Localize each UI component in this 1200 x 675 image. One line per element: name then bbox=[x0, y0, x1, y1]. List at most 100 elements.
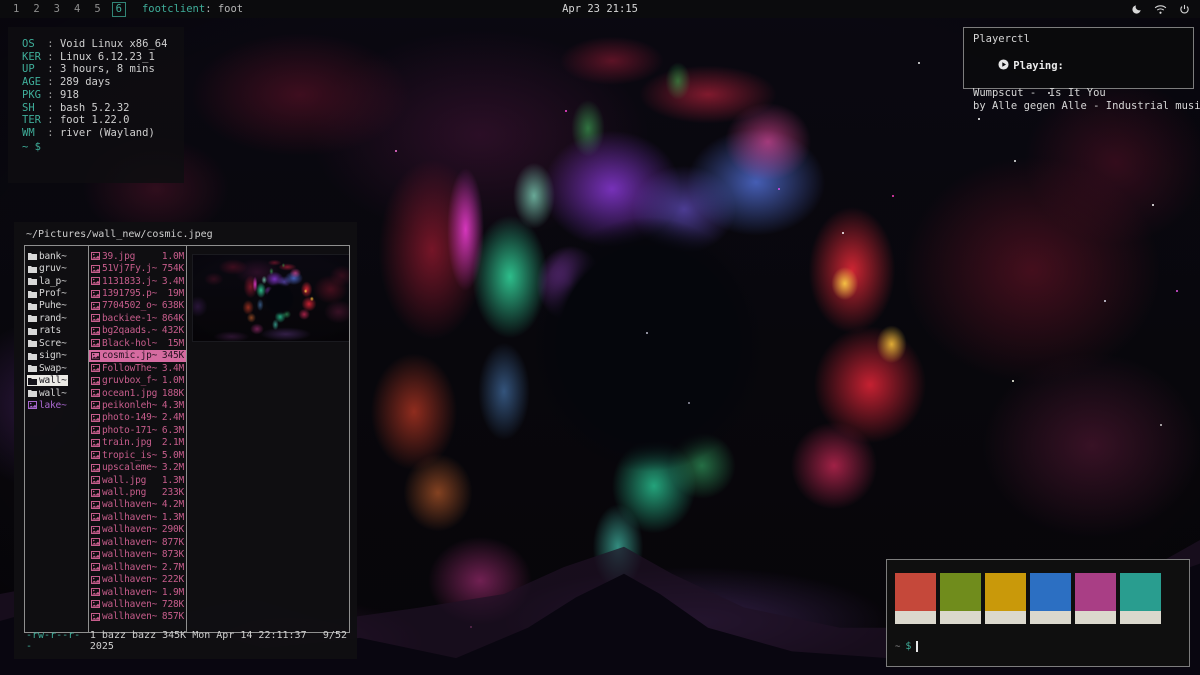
swatch-color bbox=[1075, 573, 1116, 611]
file-row[interactable]: wallhaven~290K bbox=[89, 524, 186, 536]
file-row[interactable]: wall.jpg1.3M bbox=[89, 474, 186, 486]
file-size: 877K bbox=[162, 537, 184, 548]
file-row[interactable]: backiee-1~864K bbox=[89, 312, 186, 324]
workspace-6[interactable]: 6 bbox=[112, 2, 126, 17]
fetch-terminal-window[interactable]: OS: Void Linux x86_64KER: Linux 6.12.23_… bbox=[8, 27, 184, 183]
directory-row[interactable]: Scre~ bbox=[25, 337, 88, 349]
file-name: 39.jpg bbox=[102, 251, 135, 262]
file-size: 2.4M bbox=[162, 412, 184, 423]
fetch-label: KER bbox=[22, 51, 47, 64]
workspace-4[interactable]: 4 bbox=[71, 3, 83, 16]
fetch-row: OS: Void Linux x86_64 bbox=[22, 38, 184, 51]
file-row[interactable]: wallhaven~1.9M bbox=[89, 586, 186, 598]
file-row[interactable]: bg2qaads.~432K bbox=[89, 325, 186, 337]
shell-prompt[interactable]: ~ $ bbox=[895, 641, 1189, 652]
file-row[interactable]: wallhaven~ 877K bbox=[89, 536, 186, 548]
file-row[interactable]: 1391795.p~19M bbox=[89, 287, 186, 299]
file-row[interactable]: wallhaven~1.3M bbox=[89, 511, 186, 523]
file-size: 754K bbox=[162, 263, 184, 274]
file-name: cosmic.jp~ bbox=[102, 350, 157, 361]
fetch-row: KER: Linux 6.12.23_1 bbox=[22, 51, 184, 64]
workspace-5[interactable]: 5 bbox=[91, 3, 103, 16]
file-name: FollowThe~ bbox=[102, 363, 157, 374]
current-file-path: ~/Pictures/wall_new/cosmic.jpeg bbox=[14, 222, 357, 240]
directory-entry: bank~ bbox=[27, 251, 68, 262]
file-row[interactable]: peikonleh~4.3M bbox=[89, 399, 186, 411]
fetch-value: Void Linux x86_64 bbox=[60, 38, 167, 50]
file-row[interactable]: train.jpg2.1M bbox=[89, 437, 186, 449]
file-row[interactable]: cosmic.jp~345K bbox=[89, 350, 186, 362]
file-row[interactable]: photo-171~6.3M bbox=[89, 424, 186, 436]
file-row[interactable]: 51Vj7Fy.j~754K bbox=[89, 262, 186, 274]
file-name: tropic_is~ bbox=[102, 450, 157, 461]
file-row[interactable]: 39.jpg1.0M bbox=[89, 250, 186, 262]
file-row[interactable]: 7704502_o~ 638K bbox=[89, 300, 186, 312]
file-row[interactable]: gruvbox_f~1.0M bbox=[89, 374, 186, 386]
file-name: 1131833.j~ bbox=[102, 276, 157, 287]
directory-row[interactable]: rand~ bbox=[25, 312, 88, 324]
fetch-value: bash 5.2.32 bbox=[60, 102, 130, 114]
file-name: train.jpg bbox=[102, 437, 152, 448]
file-name: wallhaven~ bbox=[102, 537, 157, 548]
playerctl-widget[interactable]: Playerctl Playing: Wumpscut - Is It You … bbox=[963, 27, 1194, 89]
workspace-1[interactable]: 1 bbox=[10, 3, 22, 16]
file-row[interactable]: wallhaven~728K bbox=[89, 598, 186, 610]
file-row[interactable]: wallhaven~2.7M bbox=[89, 561, 186, 573]
directory-row[interactable]: wall~ bbox=[25, 387, 88, 399]
file-status-info: 1 bazz bazz 345K Mon Apr 14 22:11:37 202… bbox=[90, 630, 323, 652]
file-row[interactable]: wallhaven~4.2M bbox=[89, 499, 186, 511]
fetch-colon: : bbox=[47, 89, 60, 101]
directory-row[interactable]: bank~ bbox=[25, 250, 88, 262]
fetch-row: WM: river (Wayland) bbox=[22, 127, 184, 140]
player-status-line: Playing: bbox=[973, 46, 1184, 87]
file-row[interactable]: wallhaven~873K bbox=[89, 549, 186, 561]
image-preview-thumbnail bbox=[192, 254, 349, 342]
file-manager-window[interactable]: ~/Pictures/wall_new/cosmic.jpeg bank~gru… bbox=[14, 222, 357, 659]
directory-entry: lake~ bbox=[27, 400, 68, 411]
workspace-3[interactable]: 3 bbox=[51, 3, 63, 16]
swatch-strip bbox=[895, 611, 936, 624]
directory-row[interactable]: rats bbox=[25, 325, 88, 337]
file-row[interactable]: wallhaven~857K bbox=[89, 611, 186, 623]
file-row[interactable]: wallhaven~222K bbox=[89, 573, 186, 585]
directory-name: la_p~ bbox=[39, 276, 67, 287]
file-list-position: 9/52 bbox=[323, 630, 347, 652]
file-name: 1391795.p~ bbox=[102, 288, 157, 299]
file-name: 7704502_o~ bbox=[102, 300, 157, 311]
file-size: 864K bbox=[162, 313, 184, 324]
directory-row[interactable]: lake~ bbox=[25, 399, 88, 411]
swatch-color bbox=[985, 573, 1026, 611]
fetch-colon: : bbox=[47, 102, 60, 114]
file-size: 3.4M bbox=[162, 363, 184, 374]
file-row[interactable]: upscaleme~3.2M bbox=[89, 461, 186, 473]
file-row[interactable]: Black-hol~15M bbox=[89, 337, 186, 349]
file-size: 638K bbox=[162, 300, 184, 311]
directory-row[interactable]: gruv~ bbox=[25, 262, 88, 274]
directory-row[interactable]: Prof~ bbox=[25, 287, 88, 299]
palette-terminal-window[interactable]: ~ $ bbox=[886, 559, 1190, 667]
directory-entry: sign~ bbox=[27, 350, 68, 361]
palette-swatch bbox=[940, 573, 981, 624]
directory-row[interactable]: Swap~ bbox=[25, 362, 88, 374]
file-row[interactable]: FollowThe~ 3.4M bbox=[89, 362, 186, 374]
directory-row[interactable]: la_p~ bbox=[25, 275, 88, 287]
prompt-tilde: ~ bbox=[895, 642, 900, 652]
file-size: 728K bbox=[162, 599, 184, 610]
workspace-2[interactable]: 2 bbox=[30, 3, 42, 16]
wifi-icon[interactable] bbox=[1154, 4, 1167, 15]
directory-row[interactable]: Puhe~ bbox=[25, 300, 88, 312]
file-row[interactable]: wall.png233K bbox=[89, 486, 186, 498]
night-mode-icon[interactable] bbox=[1131, 4, 1142, 15]
directory-row[interactable]: wall~ bbox=[25, 374, 88, 386]
file-size: 873K bbox=[162, 549, 184, 560]
power-icon[interactable] bbox=[1179, 4, 1190, 15]
file-row[interactable]: 1131833.j~3.4M bbox=[89, 275, 186, 287]
file-row[interactable]: ocean1.jpg188K bbox=[89, 387, 186, 399]
directory-name: sign~ bbox=[39, 350, 67, 361]
file-row[interactable]: tropic_is~5.0M bbox=[89, 449, 186, 461]
file-size: 432K bbox=[162, 325, 184, 336]
file-name: wallhaven~ bbox=[102, 562, 157, 573]
directory-row[interactable]: sign~ bbox=[25, 350, 88, 362]
file-row[interactable]: photo-149~2.4M bbox=[89, 412, 186, 424]
file-name: wall.png bbox=[102, 487, 146, 498]
